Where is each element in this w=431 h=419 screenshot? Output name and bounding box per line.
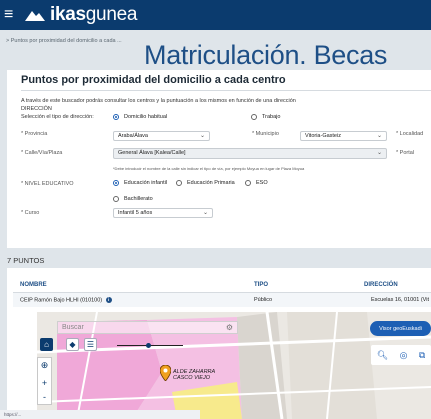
direccion-heading: DIRECCIÓN [21, 106, 52, 112]
status-url: https://... [0, 410, 200, 419]
radio-label: Educación Primaria [187, 180, 235, 186]
calle-hint: *Debe introducir el nombre de la calle s… [113, 166, 305, 171]
curso-label: * Curso [21, 210, 40, 216]
zoom-out-button[interactable]: - [38, 391, 51, 403]
tipo-direccion-label: Selección el tipo de dirección: [21, 114, 94, 120]
cell-direccion: Escuelas 16, 01001 (Vit [371, 297, 429, 303]
info-icon[interactable]: i [105, 297, 112, 303]
calle-value: General Álava [Kalea/Calle] [118, 150, 186, 156]
map-search-placeholder: Buscar [62, 324, 84, 331]
copy-icon[interactable]: ⧉ [419, 350, 425, 361]
breadcrumb[interactable]: > Puntos por proximidad del domicilio a … [6, 38, 122, 44]
provincia-value: Araba/Álava [118, 133, 148, 139]
provincia-label: * Provincia [21, 131, 48, 137]
results-count: 7 PUNTOS [7, 256, 45, 265]
radio-dot[interactable] [113, 196, 119, 202]
calle-field[interactable]: General Álava [Kalea/Calle] ⌄ [113, 148, 387, 159]
cell-nombre-text: CEIP Ramón Bajo HLHI (010100) [20, 297, 103, 304]
opacity-slider-handle[interactable] [146, 343, 151, 348]
curso-select[interactable]: Infantil 5 años ⌄ [113, 208, 213, 218]
radio-domicilio-habitual[interactable]: Domicilio habitual [113, 114, 167, 120]
municipio-label: * Municipio [252, 131, 279, 137]
curso-value: Infantil 5 años [118, 210, 153, 216]
municipio-value: Vitoria-Gasteiz [305, 133, 341, 139]
home-icon[interactable]: ⌂ [40, 338, 53, 351]
locate-icon[interactable]: ◎ [400, 350, 408, 361]
calle-label: * Calle/Vía/Plaza [21, 150, 63, 156]
column-header-nombre[interactable]: NOMBRE [20, 282, 47, 288]
municipio-select[interactable]: Vitoria-Gasteiz ⌄ [300, 131, 387, 141]
list-icon[interactable]: ☰ [84, 338, 97, 351]
locate-target-icon[interactable]: ⊕ [38, 359, 51, 371]
map-tools: 🔍︎ ◎ ⧉ [371, 345, 431, 365]
visor-geoeuskadi-button[interactable]: Visor geoEuskadi [370, 321, 431, 336]
radio-label: Trabajo [262, 114, 281, 120]
mountain-logo-icon [25, 11, 45, 21]
radio-label: Educación infantil [124, 180, 168, 186]
provincia-select[interactable]: Araba/Álava ⌄ [113, 131, 210, 141]
search-form-card: Puntos por proximidad del domicilio a ca… [7, 70, 431, 248]
chevron-down-icon: ⌄ [376, 150, 382, 156]
intro-text: A través de este buscador podrás consult… [21, 98, 296, 104]
page-title: Puntos por proximidad del domicilio a ca… [21, 74, 286, 86]
localidad-label: * Localidad [396, 131, 424, 137]
brand-logo[interactable]: ikasgunea [24, 4, 137, 26]
radio-educacion-infantil[interactable]: Educación infantil [113, 180, 167, 186]
cell-nombre[interactable]: CEIP Ramón Bajo HLHI (010100) i [20, 297, 112, 303]
chevron-down-icon: ⌄ [376, 133, 382, 139]
chevron-down-icon: ⌄ [199, 133, 205, 139]
cell-tipo: Público [254, 297, 273, 303]
nivel-educativo-label: * NIVEL EDUCATIVO [21, 181, 74, 187]
map-area-label-line2: CASCO VIEJO [173, 375, 210, 381]
chevron-down-icon: ⌄ [202, 210, 208, 216]
radio-label: Domicilio habitual [124, 114, 168, 120]
zoom-search-icon[interactable]: 🔍︎ [377, 350, 388, 361]
divider [21, 90, 431, 91]
map-search-input[interactable]: Buscar ⚙ [57, 321, 238, 334]
gear-icon[interactable]: ⚙ [226, 323, 233, 332]
map-pin-icon[interactable] [160, 365, 171, 381]
radio-dot[interactable] [245, 180, 251, 186]
radio-bachillerato[interactable]: Bachillerato [113, 196, 153, 202]
banner-title: Matriculación. Becas [144, 40, 388, 70]
column-header-direccion[interactable]: DIRECCIÓN [364, 282, 398, 288]
portal-label: * Portal [396, 150, 415, 156]
column-header-tipo[interactable]: TIPO [254, 282, 268, 288]
radio-trabajo[interactable]: Trabajo [251, 114, 280, 120]
radio-educacion-primaria[interactable]: Educación Primaria [176, 180, 235, 186]
top-bar: ≡ ikasgunea [0, 0, 431, 30]
radio-label: ESO [256, 180, 268, 186]
layers-icon[interactable]: ◆ [66, 338, 79, 351]
map-area-label: ALDE ZAHARRA CASCO VIEJO [173, 369, 215, 381]
brand-name: ikasgunea [50, 4, 138, 25]
radio-dot-selected[interactable] [113, 114, 119, 120]
zoom-in-button[interactable]: + [38, 377, 51, 389]
radio-dot[interactable] [251, 114, 257, 120]
radio-eso[interactable]: ESO [245, 180, 268, 186]
hamburger-icon[interactable]: ≡ [4, 6, 18, 24]
radio-label: Bachillerato [124, 196, 153, 202]
radio-dot-selected[interactable] [113, 180, 119, 186]
radio-dot[interactable] [176, 180, 182, 186]
